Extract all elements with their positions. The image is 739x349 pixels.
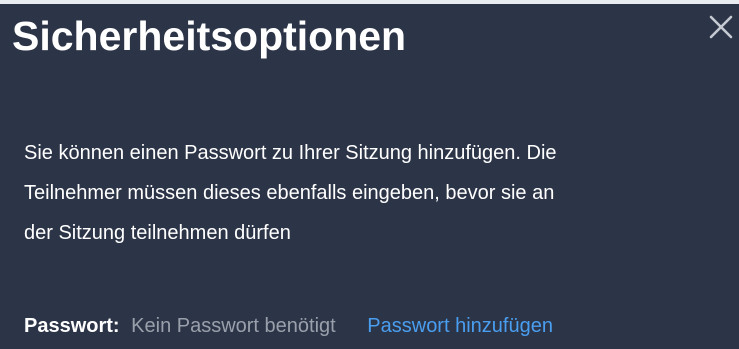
- description-line: Sie können einen Passwort zu Ihrer Sitzu…: [24, 142, 557, 164]
- password-status: Kein Passwort benötigt: [131, 315, 336, 337]
- security-options-dialog: Sicherheitsoptionen Sie können einen Pas…: [0, 0, 739, 349]
- top-edge: [0, 0, 739, 4]
- close-icon: [708, 14, 734, 40]
- password-label: Passwort:: [24, 315, 120, 337]
- description-line: der Sitzung teilnehmen dürfen: [24, 222, 291, 244]
- dialog-description: Sie können einen Passwort zu Ihrer Sitzu…: [24, 133, 730, 253]
- description-line: Teilnehmer müssen dieses ebenfalls einge…: [24, 182, 555, 204]
- close-button[interactable]: [708, 14, 734, 40]
- dialog-title: Sicherheitsoptionen: [12, 13, 407, 59]
- add-password-link[interactable]: Passwort hinzufügen: [367, 315, 553, 337]
- password-row: Passwort: Kein Passwort benötigt Passwor…: [24, 310, 553, 342]
